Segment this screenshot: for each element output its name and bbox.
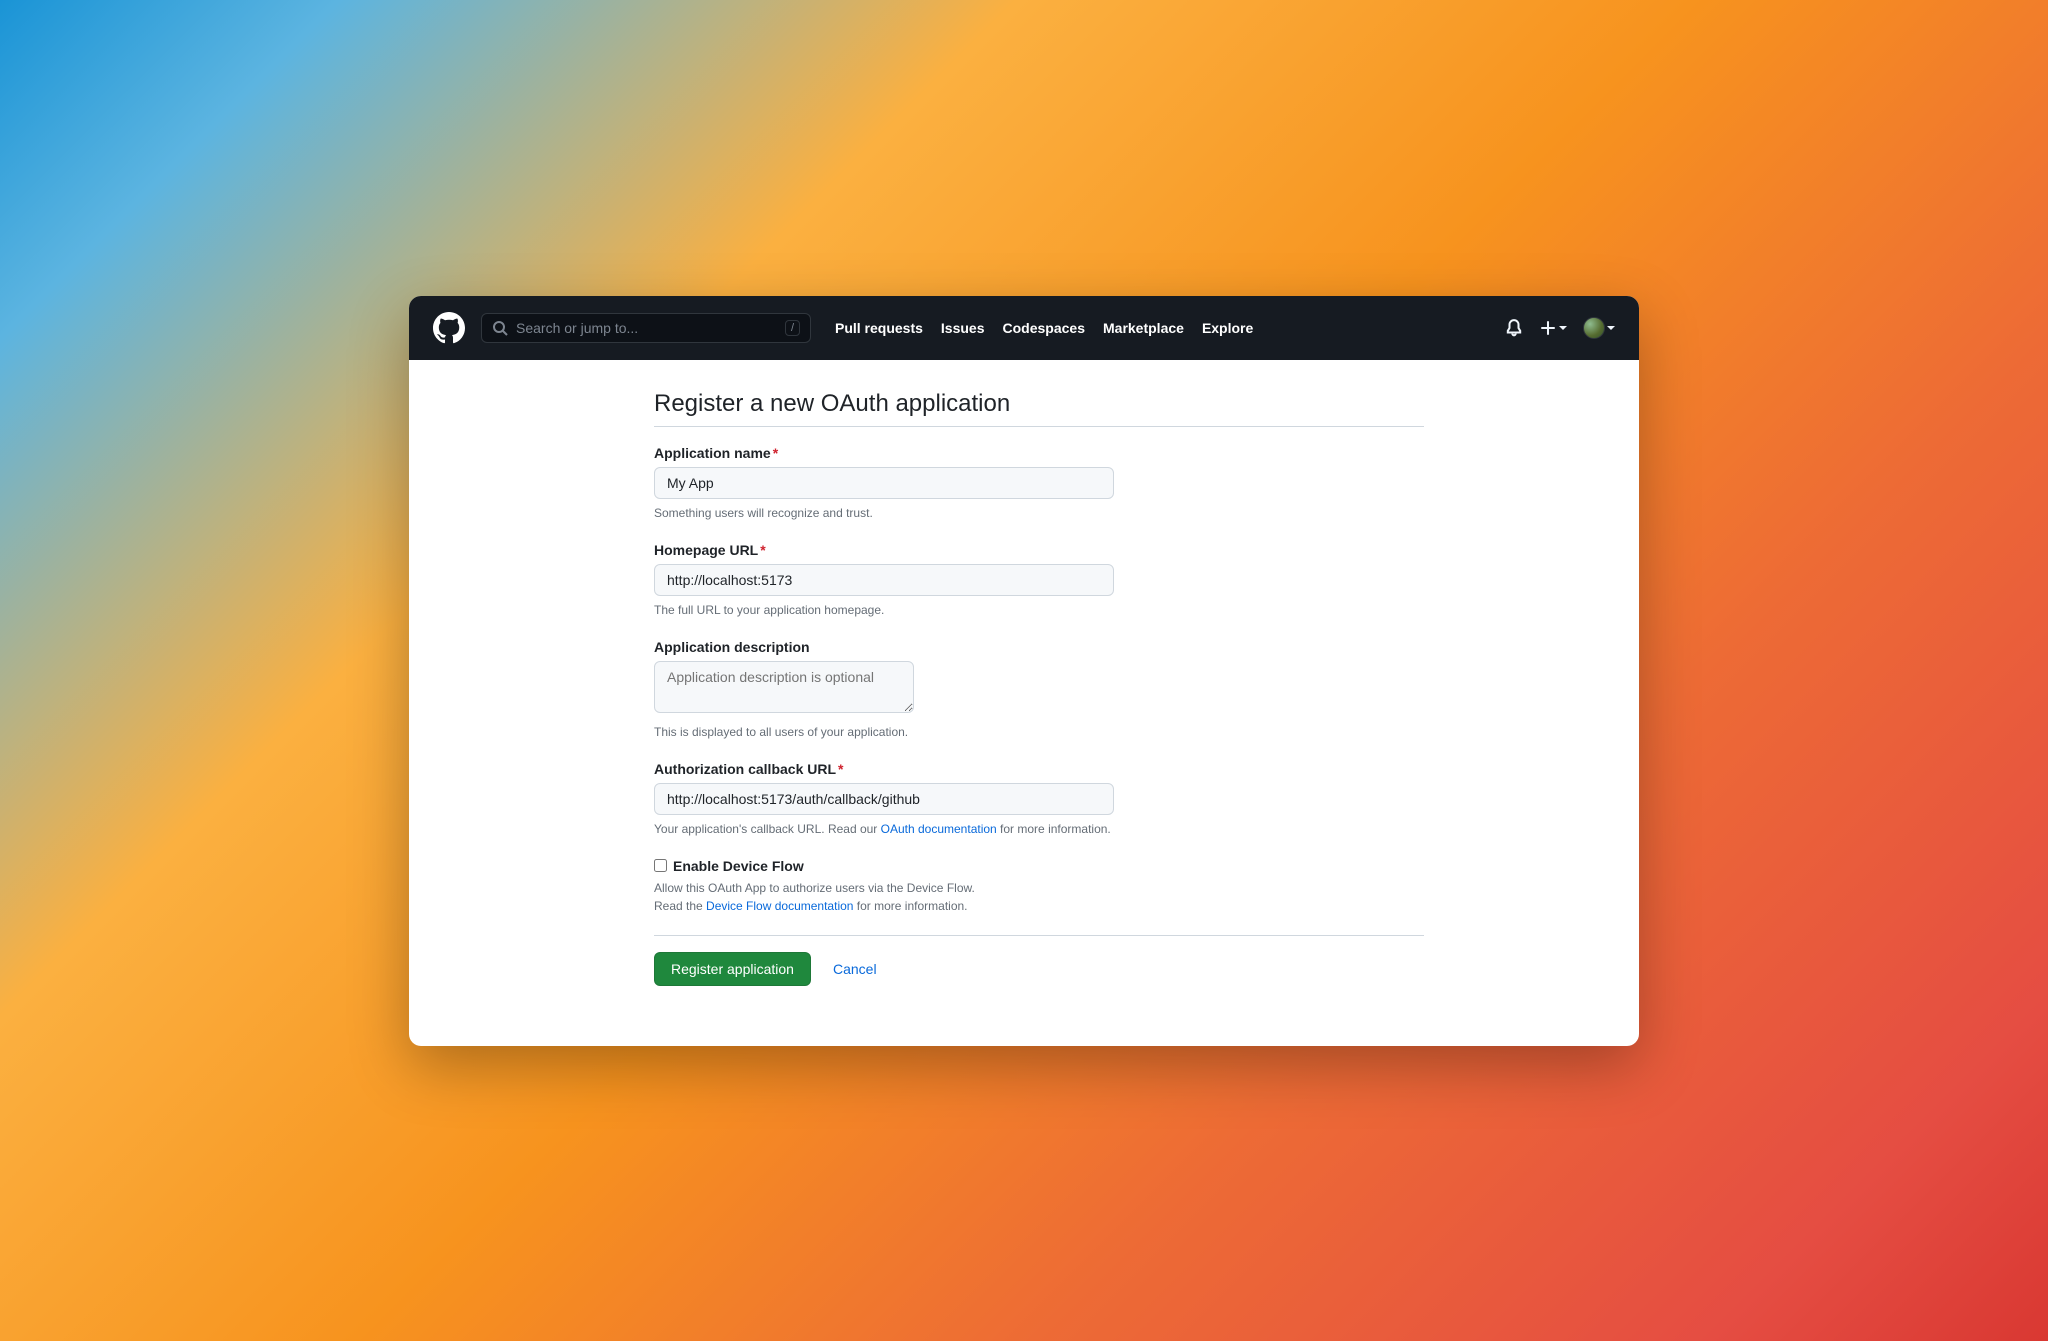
topbar: / Pull requests Issues Codespaces Market… — [409, 296, 1639, 360]
required-indicator: * — [838, 761, 843, 777]
main-content: Register a new OAuth application Applica… — [654, 360, 1424, 1046]
search-input[interactable] — [516, 320, 785, 336]
search-shortcut: / — [785, 320, 800, 336]
notifications-icon[interactable] — [1505, 319, 1523, 337]
field-device-flow: Enable Device Flow Allow this OAuth App … — [654, 858, 1424, 913]
cancel-link[interactable]: Cancel — [833, 961, 877, 977]
help-callback: Your application's callback URL. Read ou… — [654, 822, 1424, 836]
label-callback: Authorization callback URL* — [654, 761, 1424, 777]
plus-icon — [1539, 319, 1557, 337]
create-new-dropdown[interactable] — [1539, 319, 1567, 337]
input-app-name[interactable] — [654, 467, 1114, 499]
nav-links: Pull requests Issues Codespaces Marketpl… — [835, 320, 1253, 336]
device-flow-docs-link[interactable]: Device Flow documentation — [706, 899, 853, 913]
search-box[interactable]: / — [481, 313, 811, 343]
form-actions: Register application Cancel — [654, 952, 1424, 986]
field-description: Application description This is displaye… — [654, 639, 1424, 739]
caret-down-icon — [1559, 326, 1567, 330]
input-callback[interactable] — [654, 783, 1114, 815]
input-homepage[interactable] — [654, 564, 1114, 596]
browser-window: / Pull requests Issues Codespaces Market… — [409, 296, 1639, 1046]
required-indicator: * — [760, 542, 765, 558]
user-menu[interactable] — [1583, 317, 1615, 339]
field-homepage: Homepage URL* The full URL to your appli… — [654, 542, 1424, 617]
help-homepage: The full URL to your application homepag… — [654, 603, 1424, 617]
nav-issues[interactable]: Issues — [941, 320, 985, 336]
field-callback: Authorization callback URL* Your applica… — [654, 761, 1424, 836]
field-app-name: Application name* Something users will r… — [654, 445, 1424, 520]
required-indicator: * — [773, 445, 778, 461]
caret-down-icon — [1607, 326, 1615, 330]
label-description: Application description — [654, 639, 1424, 655]
label-device-flow[interactable]: Enable Device Flow — [673, 858, 804, 874]
search-icon — [492, 320, 508, 336]
input-description[interactable] — [654, 661, 914, 713]
avatar — [1583, 317, 1605, 339]
github-logo-icon[interactable] — [433, 312, 465, 344]
label-app-name: Application name* — [654, 445, 1424, 461]
nav-explore[interactable]: Explore — [1202, 320, 1253, 336]
register-button[interactable]: Register application — [654, 952, 811, 986]
nav-codespaces[interactable]: Codespaces — [1003, 320, 1085, 336]
divider — [654, 935, 1424, 936]
nav-marketplace[interactable]: Marketplace — [1103, 320, 1184, 336]
oauth-docs-link[interactable]: OAuth documentation — [881, 822, 997, 836]
checkbox-device-flow[interactable] — [654, 859, 667, 872]
help-device-flow-1: Allow this OAuth App to authorize users … — [654, 881, 1424, 895]
label-homepage: Homepage URL* — [654, 542, 1424, 558]
help-device-flow-2: Read the Device Flow documentation for m… — [654, 899, 1424, 913]
nav-pull-requests[interactable]: Pull requests — [835, 320, 923, 336]
page-title: Register a new OAuth application — [654, 390, 1424, 427]
help-app-name: Something users will recognize and trust… — [654, 506, 1424, 520]
help-description: This is displayed to all users of your a… — [654, 725, 1424, 739]
